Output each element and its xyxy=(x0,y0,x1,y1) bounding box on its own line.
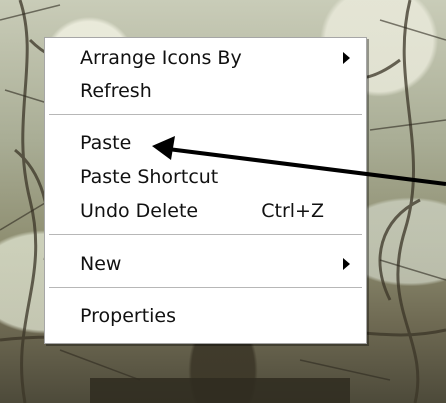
menu-item-label: Properties xyxy=(80,305,177,327)
menu-item-refresh[interactable]: Refresh xyxy=(45,76,366,105)
desktop-context-menu: Arrange Icons By Refresh Paste Paste Sho… xyxy=(44,37,367,344)
menu-item-arrange-icons-by[interactable]: Arrange Icons By xyxy=(45,43,366,72)
menu-separator xyxy=(49,234,362,235)
menu-item-new[interactable]: New xyxy=(45,249,366,278)
menu-item-label: Paste Shortcut xyxy=(80,166,219,188)
menu-item-paste[interactable]: Paste xyxy=(45,128,366,157)
chevron-right-icon xyxy=(343,258,350,270)
menu-item-paste-shortcut[interactable]: Paste Shortcut xyxy=(45,162,366,191)
menu-item-label: Refresh xyxy=(80,80,152,102)
menu-separator xyxy=(49,114,362,115)
menu-item-label: Arrange Icons By xyxy=(80,47,242,69)
menu-item-label: Paste xyxy=(80,132,132,154)
menu-separator xyxy=(49,287,362,288)
menu-item-label: New xyxy=(80,253,122,275)
menu-item-label: Undo Delete xyxy=(80,200,199,222)
menu-item-undo-delete[interactable]: Undo Delete Ctrl+Z xyxy=(45,196,366,225)
menu-item-shortcut: Ctrl+Z xyxy=(261,200,324,222)
chevron-right-icon xyxy=(343,52,350,64)
menu-item-properties[interactable]: Properties xyxy=(45,301,366,330)
